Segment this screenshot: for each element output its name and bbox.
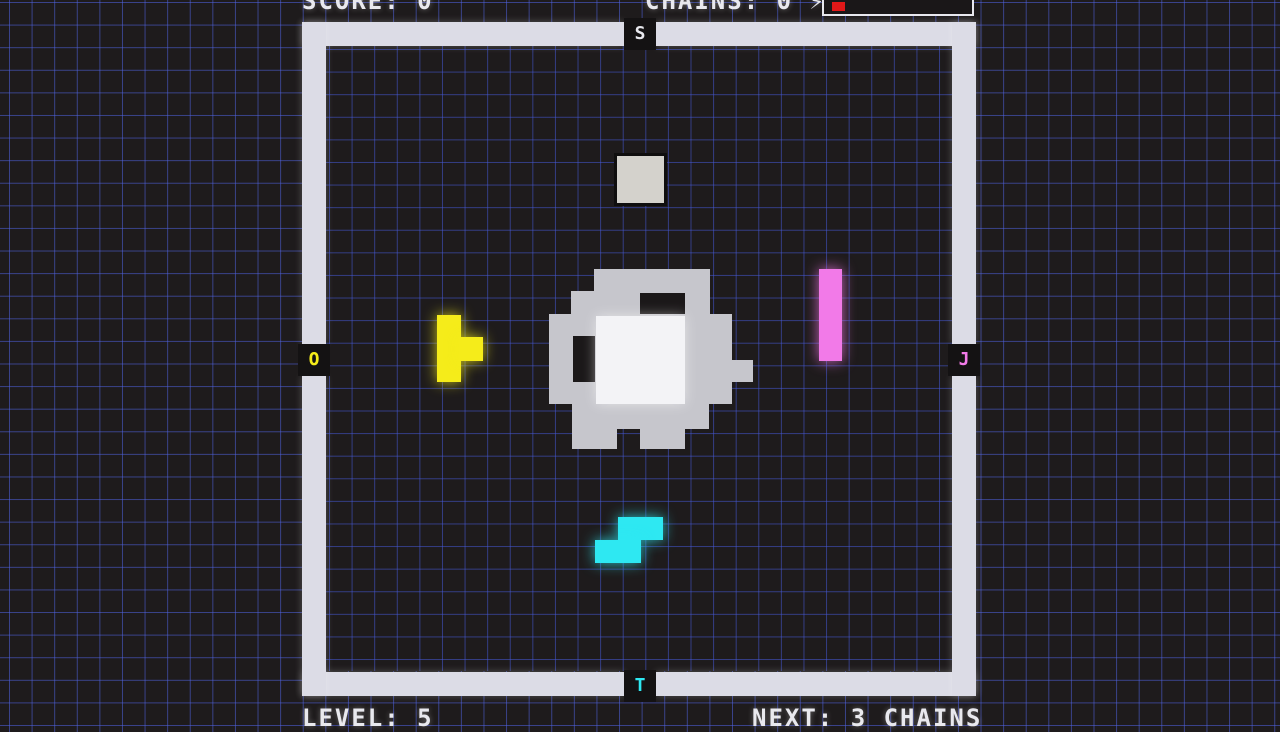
score-label: SCORE: 0 [302,0,434,15]
core-cell [640,427,685,449]
port-bottom: T [624,670,656,702]
cyan-cell [618,517,663,540]
core-cell [572,403,709,429]
chain-meter-fill [832,2,845,11]
chains-text: CHAINS: 0 [645,0,794,15]
pink-cell [819,269,842,361]
core-cell [729,360,753,382]
wall-left-top [302,22,326,344]
core-hole [640,293,685,315]
yellow-cell [459,337,483,361]
wall-right-top [952,22,976,344]
wall-bottom-right [656,672,976,696]
chain-meter [822,0,974,16]
core-cell [594,269,710,293]
gray-block-cell [614,153,667,206]
wall-right-bottom [952,376,976,696]
chains-label: CHAINS: 0 ⚡ [645,0,826,13]
wall-top-left [302,22,624,46]
core-cell [572,427,617,449]
next-chains-label: NEXT: 3 CHAINS [752,704,983,732]
port-right: J [948,344,980,376]
wall-left-bottom [302,376,326,696]
wall-bottom-left [302,672,624,696]
port-left: O [298,344,330,376]
core-bright-center [596,316,685,404]
cyan-cell [595,540,641,563]
port-top: S [624,18,656,50]
yellow-cell [437,315,461,382]
core-hole [573,336,595,382]
wall-top-right [656,22,976,46]
level-label: LEVEL: 5 [302,704,434,732]
